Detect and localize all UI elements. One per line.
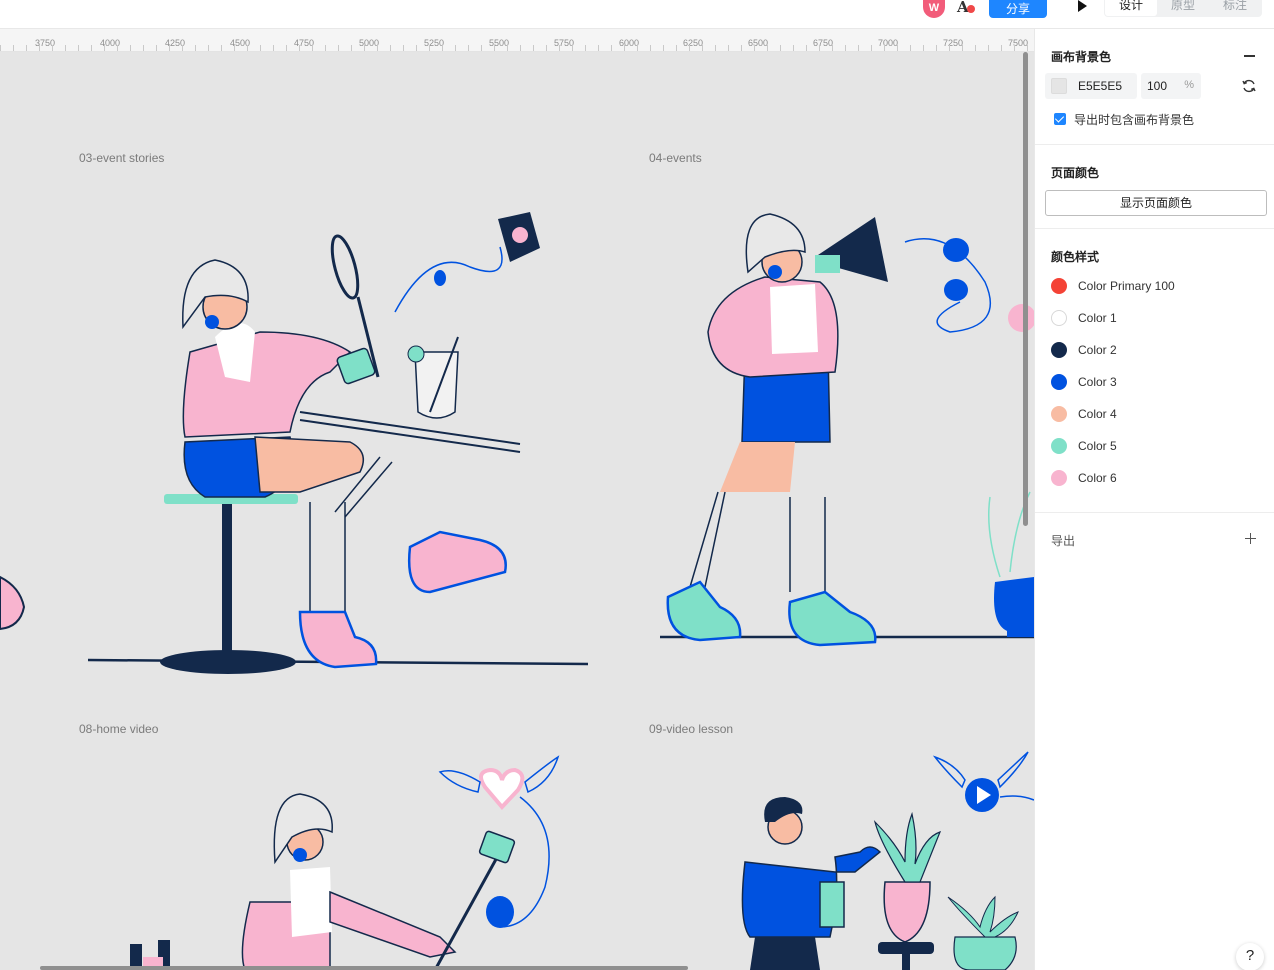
tab-annotate[interactable]: 标注 xyxy=(1209,0,1261,16)
canvas-bg-opacity-field[interactable]: 100 % xyxy=(1141,73,1201,99)
tab-prototype[interactable]: 原型 xyxy=(1157,0,1209,16)
color-styles-section: 颜色样式 Color Primary 100 Color 1 Color 2 Colo… xyxy=(1035,229,1274,513)
include-bg-checkbox[interactable] xyxy=(1054,113,1066,125)
illustration-partial-left xyxy=(0,575,26,631)
canvas-bg-hex[interactable]: E5E5E5 xyxy=(1078,79,1122,93)
tab-design[interactable]: 设计 xyxy=(1105,0,1157,16)
horizontal-ruler: 3750 4000 4250 4500 4750 5000 5250 5500 … xyxy=(0,29,1034,52)
illustration-events xyxy=(660,213,1034,647)
color-style-name[interactable]: Color 3 xyxy=(1078,375,1117,389)
color-style-swatch[interactable] xyxy=(1051,438,1067,454)
canvas-bg-row: E5E5E5 100 % xyxy=(1045,73,1274,99)
illustration-event-stories xyxy=(87,212,589,674)
share-button[interactable]: 分享 xyxy=(989,0,1047,18)
font-warning-dot xyxy=(967,5,975,13)
export-title: 导出 xyxy=(1051,534,1076,548)
color-style-name[interactable]: Color Primary 100 xyxy=(1078,279,1175,293)
export-section: 导出 xyxy=(1035,513,1274,563)
color-styles-title: 颜色样式 xyxy=(1051,250,1100,264)
add-export-icon[interactable] xyxy=(1245,533,1256,544)
canvas-bg-color-field[interactable]: E5E5E5 xyxy=(1045,73,1137,99)
color-style-swatch[interactable] xyxy=(1051,310,1067,326)
properties-panel: 画布背景色 E5E5E5 100 % 导出时包含画布背景色 页面颜色 显示页面颜… xyxy=(1034,29,1274,970)
illustration-home-video xyxy=(130,755,560,970)
illustration-video-lesson xyxy=(741,751,1034,970)
frame-illustrations[interactable] xyxy=(0,52,1034,970)
horizontal-scrollbar[interactable] xyxy=(40,966,688,970)
page-color-section: 页面颜色 显示页面颜色 xyxy=(1035,145,1274,229)
color-style-swatch[interactable] xyxy=(1051,342,1067,358)
mode-tabs: 设计 原型 标注 xyxy=(1104,0,1262,17)
user-avatar[interactable]: W xyxy=(923,0,945,18)
refresh-icon[interactable] xyxy=(1241,78,1257,94)
canvas-bg-swatch[interactable] xyxy=(1051,78,1067,94)
color-style-swatch[interactable] xyxy=(1051,278,1067,294)
include-bg-label[interactable]: 导出时包含画布背景色 xyxy=(1074,111,1194,128)
design-canvas[interactable]: 03-event stories 04-events 08-home video… xyxy=(0,52,1034,970)
help-button[interactable]: ? xyxy=(1236,943,1264,970)
color-style-swatch[interactable] xyxy=(1051,374,1067,390)
canvas-bg-title: 画布背景色 xyxy=(1051,50,1112,64)
color-style-name[interactable]: Color 4 xyxy=(1078,407,1117,421)
opacity-unit: % xyxy=(1184,79,1194,91)
top-toolbar: W A 分享 设计 原型 标注 xyxy=(0,0,1274,29)
canvas-background-section: 画布背景色 E5E5E5 100 % 导出时包含画布背景色 xyxy=(1035,29,1274,145)
show-page-color-button[interactable]: 显示页面颜色 xyxy=(1045,190,1267,216)
color-style-name[interactable]: Color 2 xyxy=(1078,343,1117,357)
color-style-name[interactable]: Color 6 xyxy=(1078,471,1117,485)
missing-font-icon[interactable]: A xyxy=(957,0,977,16)
canvas-bg-opacity-value[interactable]: 100 xyxy=(1147,79,1167,93)
page-color-title: 页面颜色 xyxy=(1051,166,1100,180)
vertical-scrollbar[interactable] xyxy=(1023,52,1028,526)
play-icon[interactable] xyxy=(1072,0,1094,16)
color-style-name[interactable]: Color 5 xyxy=(1078,439,1117,453)
color-style-swatch[interactable] xyxy=(1051,470,1067,486)
color-style-name[interactable]: Color 1 xyxy=(1078,311,1117,325)
minus-icon[interactable] xyxy=(1244,55,1255,57)
ruler-tick-marks xyxy=(0,45,1034,51)
color-style-swatch[interactable] xyxy=(1051,406,1067,422)
